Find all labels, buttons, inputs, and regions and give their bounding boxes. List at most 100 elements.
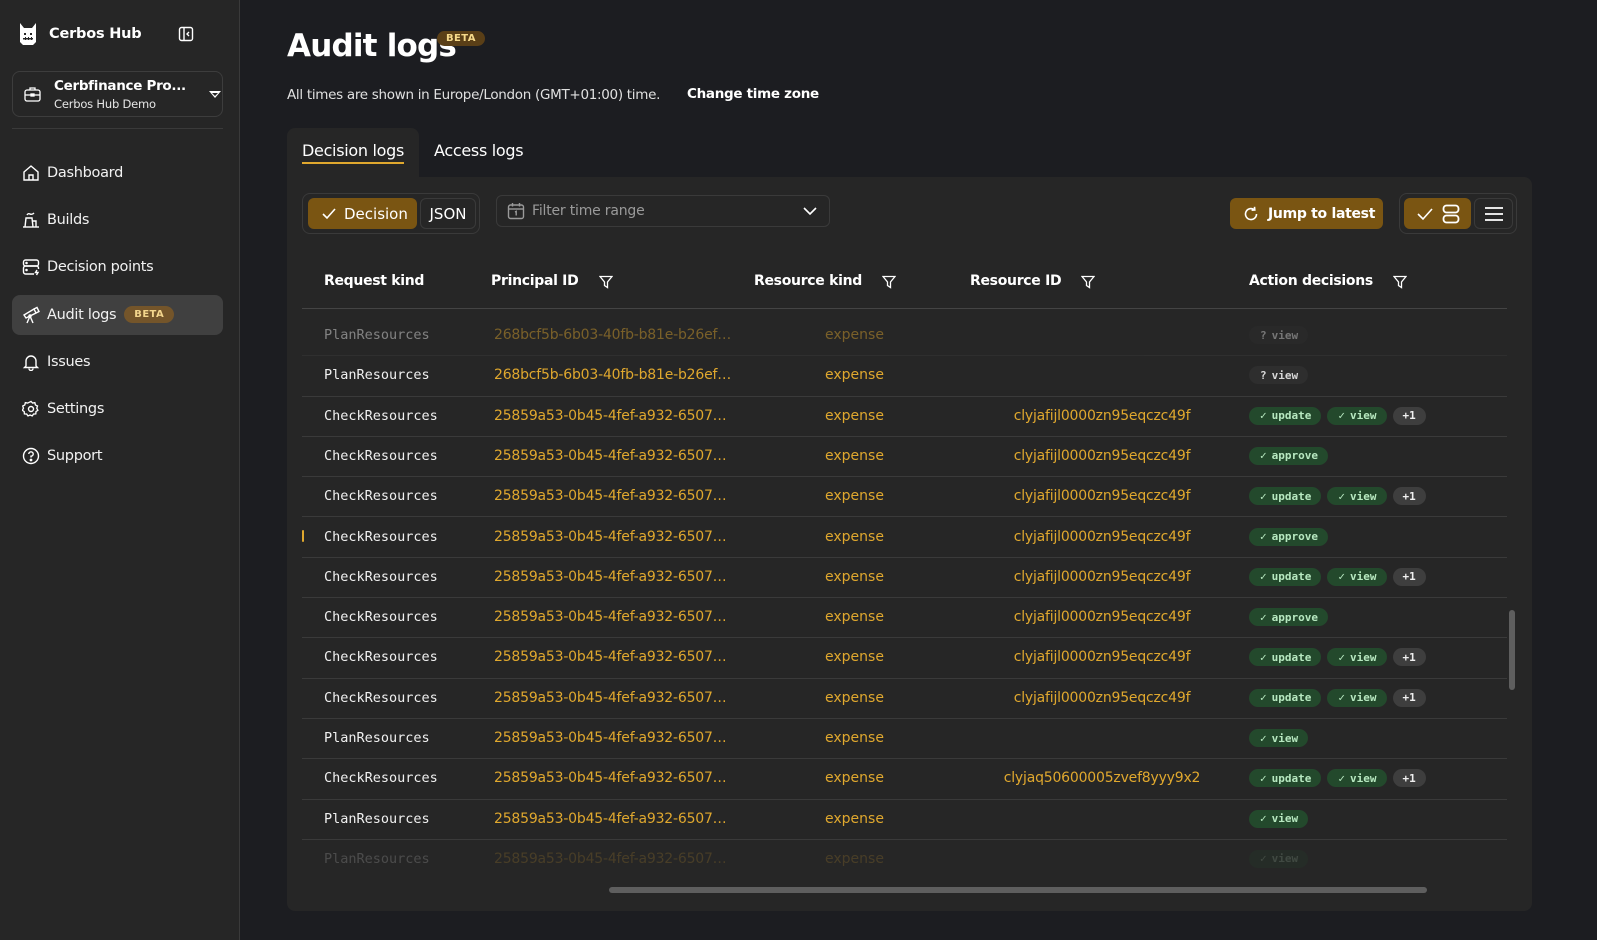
resource-kind-cell[interactable]: expense (825, 690, 884, 706)
tab-access-logs[interactable]: Access logs (419, 128, 538, 177)
more-actions-pill[interactable]: +1 (1392, 567, 1426, 586)
action-pill[interactable]: ✓ update (1249, 648, 1322, 667)
resource-id-cell[interactable]: clyjafijl0000zn95eqczc49f (967, 529, 1237, 545)
vertical-scrollbar[interactable] (1509, 610, 1515, 690)
principal-id-cell[interactable]: 25859a53-0b45-4fef-a932-6507… (494, 770, 727, 786)
sidebar-item-settings[interactable]: Settings (12, 389, 223, 429)
action-pill[interactable]: ✓ view (1327, 406, 1387, 425)
principal-id-cell[interactable]: 25859a53-0b45-4fef-a932-6507… (494, 488, 727, 504)
change-timezone-link[interactable]: Change time zone (687, 86, 819, 102)
action-pill[interactable]: ✓ approve (1249, 608, 1328, 627)
resource-id-cell[interactable]: clyjaq50600005zvef8yyy9x2 (967, 770, 1237, 786)
principal-id-cell[interactable]: 25859a53-0b45-4fef-a932-6507… (494, 448, 727, 464)
resource-kind-cell[interactable]: expense (825, 730, 884, 746)
sidebar-item-issues[interactable]: Issues (12, 342, 223, 382)
filter-icon[interactable] (1393, 275, 1407, 289)
resource-kind-cell[interactable]: expense (825, 448, 884, 464)
table-row[interactable]: CheckResources 25859a53-0b45-4fef-a932-65… (302, 679, 1507, 719)
principal-id-cell[interactable]: 268bcf5b-6b03-40fb-b81e-b26ef… (494, 327, 731, 343)
principal-id-cell[interactable]: 25859a53-0b45-4fef-a932-6507… (494, 609, 727, 625)
resource-id-cell[interactable]: clyjafijl0000zn95eqczc49f (967, 408, 1237, 424)
sidebar-item-support[interactable]: Support (12, 436, 223, 476)
action-pill[interactable]: ? view (1249, 326, 1309, 344)
resource-kind-cell[interactable]: expense (825, 811, 884, 827)
resource-kind-cell[interactable]: expense (825, 770, 884, 786)
resource-kind-cell[interactable]: expense (825, 488, 884, 504)
principal-id-cell[interactable]: 25859a53-0b45-4fef-a932-6507… (494, 690, 727, 706)
action-pill[interactable]: ✓ view (1249, 809, 1309, 828)
action-pill[interactable]: ✓ approve (1249, 527, 1328, 546)
sidebar-item-builds[interactable]: Builds (12, 200, 223, 240)
more-actions-pill[interactable]: +1 (1392, 648, 1426, 667)
action-pill[interactable]: ✓ update (1249, 688, 1322, 707)
table-row[interactable]: CheckResources 25859a53-0b45-4fef-a932-65… (302, 598, 1507, 639)
action-pill[interactable]: ✓ view (1249, 849, 1309, 868)
action-pill[interactable]: ? view (1249, 366, 1309, 385)
sidebar-collapse-icon[interactable] (178, 26, 194, 42)
sidebar-item-dashboard[interactable]: Dashboard (12, 153, 223, 193)
action-pill[interactable]: ✓ view (1249, 729, 1309, 747)
resource-id-cell[interactable]: clyjafijl0000zn95eqczc49f (967, 569, 1237, 585)
resource-kind-cell[interactable]: expense (825, 569, 884, 585)
action-pill[interactable]: ✓ update (1249, 406, 1322, 425)
table-row[interactable]: CheckResources 25859a53-0b45-4fef-a932-65… (302, 759, 1507, 800)
table-row[interactable]: CheckResources 25859a53-0b45-4fef-a932-65… (302, 518, 1507, 558)
table-row[interactable]: CheckResources 25859a53-0b45-4fef-a932-65… (302, 477, 1507, 518)
json-view-button[interactable]: JSON (420, 198, 476, 229)
table-row[interactable]: CheckResources 25859a53-0b45-4fef-a932-65… (302, 437, 1507, 478)
filter-icon[interactable] (882, 275, 896, 289)
table-row[interactable]: PlanResources 25859a53-0b45-4fef-a932-650… (302, 840, 1507, 875)
card-layout-button[interactable] (1404, 198, 1471, 229)
action-pill[interactable]: ✓ update (1249, 769, 1322, 788)
principal-id-cell[interactable]: 25859a53-0b45-4fef-a932-6507… (494, 851, 727, 867)
table-row[interactable]: PlanResources 25859a53-0b45-4fef-a932-650… (302, 800, 1507, 840)
principal-id-cell[interactable]: 25859a53-0b45-4fef-a932-6507… (494, 811, 727, 827)
more-actions-pill[interactable]: +1 (1392, 487, 1426, 506)
action-pill[interactable]: ✓ view (1327, 769, 1387, 788)
time-range-filter[interactable]: Filter time range (496, 195, 830, 227)
resource-kind-cell[interactable]: expense (825, 529, 884, 545)
organization-selector[interactable]: Cerbfinance Pro... Cerbos Hub Demo (12, 71, 223, 117)
jump-to-latest-button[interactable]: Jump to latest (1230, 198, 1383, 229)
table-row[interactable]: CheckResources 25859a53-0b45-4fef-a932-65… (302, 558, 1507, 599)
action-pill[interactable]: ✓ view (1327, 648, 1387, 667)
action-pill[interactable]: ✓ update (1249, 567, 1322, 586)
tab-decision-logs[interactable]: Decision logs (287, 128, 420, 177)
resource-id-cell[interactable]: clyjafijl0000zn95eqczc49f (967, 690, 1237, 706)
action-pill[interactable]: ✓ view (1327, 688, 1387, 707)
resource-kind-cell[interactable]: expense (825, 609, 884, 625)
resource-id-cell[interactable]: clyjafijl0000zn95eqczc49f (967, 448, 1237, 464)
filter-icon[interactable] (1081, 275, 1095, 289)
more-actions-pill[interactable]: +1 (1392, 688, 1426, 707)
brand[interactable]: Cerbos Hub (18, 22, 142, 46)
principal-id-cell[interactable]: 25859a53-0b45-4fef-a932-6507… (494, 569, 727, 585)
table-row[interactable]: PlanResources 268bcf5b-6b03-40fb-b81e-b26… (302, 356, 1507, 397)
more-actions-pill[interactable]: +1 (1392, 769, 1426, 788)
table-row[interactable]: CheckResources 25859a53-0b45-4fef-a932-65… (302, 638, 1507, 679)
action-pill[interactable]: ✓ approve (1249, 446, 1328, 465)
resource-kind-cell[interactable]: expense (825, 408, 884, 424)
decision-view-button[interactable]: Decision (308, 198, 417, 229)
sidebar-item-decision-points[interactable]: Decision points (12, 247, 223, 287)
resource-id-cell[interactable]: clyjafijl0000zn95eqczc49f (967, 488, 1237, 504)
resource-kind-cell[interactable]: expense (825, 327, 884, 343)
action-pill[interactable]: ✓ update (1249, 487, 1322, 506)
resource-kind-cell[interactable]: expense (825, 851, 884, 867)
principal-id-cell[interactable]: 25859a53-0b45-4fef-a932-6507… (494, 730, 727, 746)
horizontal-scrollbar[interactable] (609, 887, 1427, 893)
table-row[interactable]: CheckResources 25859a53-0b45-4fef-a932-65… (302, 397, 1507, 437)
table-row[interactable]: PlanResources 25859a53-0b45-4fef-a932-650… (302, 719, 1507, 760)
more-actions-pill[interactable]: +1 (1392, 406, 1426, 425)
resource-kind-cell[interactable]: expense (825, 649, 884, 665)
action-pill[interactable]: ✓ view (1327, 567, 1387, 586)
resource-id-cell[interactable]: clyjafijl0000zn95eqczc49f (967, 609, 1237, 625)
sidebar-item-audit-logs[interactable]: Audit logs BETA (12, 294, 223, 335)
action-pill[interactable]: ✓ view (1327, 487, 1387, 506)
principal-id-cell[interactable]: 25859a53-0b45-4fef-a932-6507… (494, 649, 727, 665)
list-layout-button[interactable] (1474, 198, 1513, 229)
resource-kind-cell[interactable]: expense (825, 367, 884, 383)
principal-id-cell[interactable]: 25859a53-0b45-4fef-a932-6507… (494, 529, 727, 545)
filter-icon[interactable] (599, 275, 613, 289)
principal-id-cell[interactable]: 25859a53-0b45-4fef-a932-6507… (494, 408, 727, 424)
principal-id-cell[interactable]: 268bcf5b-6b03-40fb-b81e-b26ef… (494, 367, 731, 383)
